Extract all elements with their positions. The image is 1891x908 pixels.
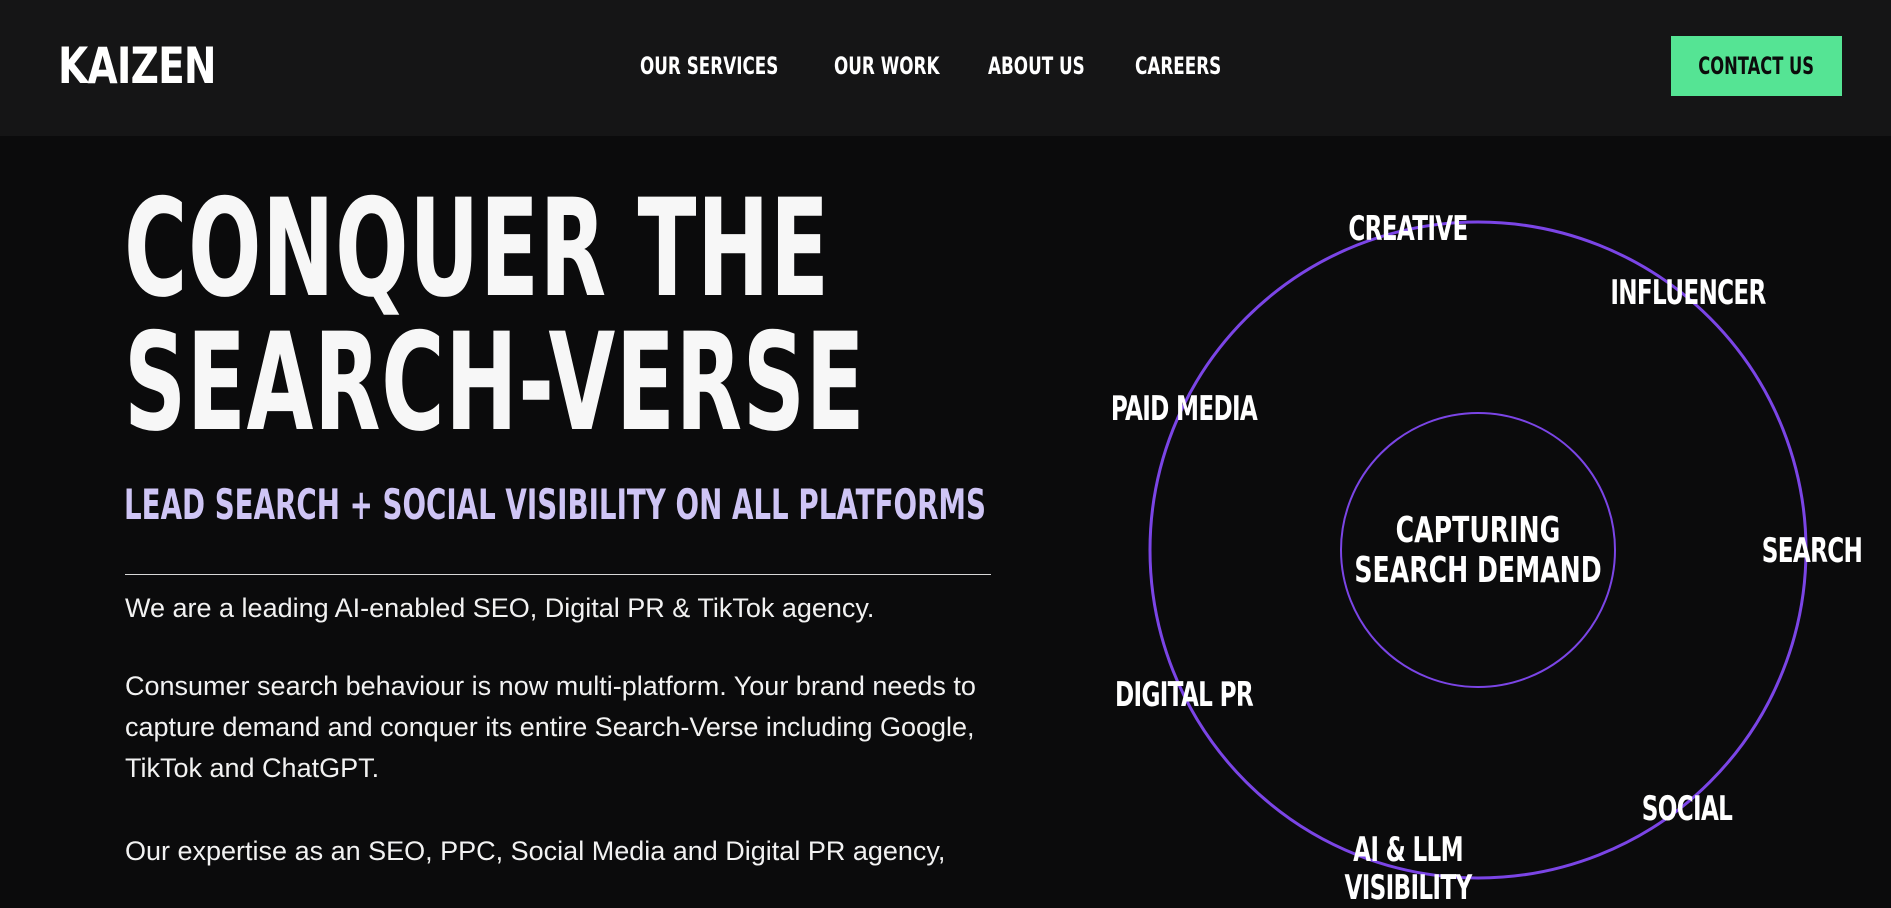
hero-title-line-1: CONQUER THE — [124, 170, 830, 327]
nav-our-services[interactable]: OUR SERVICES — [640, 50, 778, 82]
hero-section: CONQUER THE SEARCH-VERSE LEAD SEARCH + S… — [0, 136, 1891, 908]
hero-title: CONQUER THE SEARCH-VERSE — [124, 170, 866, 461]
orbit-label-social[interactable]: SOCIAL — [1642, 789, 1733, 829]
orbit-label-paid-media[interactable]: PAID MEDIA — [1111, 389, 1258, 429]
search-verse-diagram: CAPTURING SEARCH DEMAND CREATIVE INFLUEN… — [1100, 136, 1891, 908]
main-nav: OUR SERVICES OUR WORK ABOUT US CAREERS — [640, 50, 1221, 82]
center-label: CAPTURING SEARCH DEMAND — [1354, 511, 1601, 591]
hero-divider — [125, 574, 991, 575]
nav-about-us[interactable]: ABOUT US — [988, 50, 1085, 82]
contact-us-button[interactable]: CONTACT US — [1671, 36, 1842, 96]
hero-subtitle: LEAD SEARCH + SOCIAL VISIBILITY ON ALL P… — [124, 480, 986, 529]
center-label-line-1: CAPTURING — [1395, 510, 1561, 551]
search-behaviour-paragraph: Consumer search behaviour is now multi-p… — [125, 671, 976, 783]
orbit-label-ai-llm-line-2: VISIBILITY — [1344, 868, 1472, 908]
orbit-label-ai-llm[interactable]: AI & LLM — [1353, 830, 1463, 870]
center-label-line-2: SEARCH DEMAND — [1354, 550, 1602, 591]
contact-us-label: CONTACT US — [1698, 52, 1815, 80]
intro-paragraph: We are a leading AI-enabled SEO, Digital… — [125, 593, 875, 623]
orbit-label-influencer[interactable]: INFLUENCER — [1610, 273, 1766, 313]
hero-title-line-2: SEARCH-VERSE — [124, 304, 866, 461]
orbit-label-digital-pr[interactable]: DIGITAL PR — [1115, 675, 1254, 715]
orbit-label-creative[interactable]: CREATIVE — [1348, 209, 1468, 249]
nav-our-work[interactable]: OUR WORK — [834, 50, 939, 82]
expertise-paragraph: Our expertise as an SEO, PPC, Social Med… — [125, 836, 946, 866]
nav-careers[interactable]: CAREERS — [1135, 50, 1221, 82]
site-header: KAIZEN OUR SERVICES OUR WORK ABOUT US CA… — [0, 0, 1891, 136]
orbit-label-search[interactable]: SEARCH — [1762, 531, 1863, 571]
kaizen-logo[interactable]: KAIZEN — [58, 36, 217, 96]
